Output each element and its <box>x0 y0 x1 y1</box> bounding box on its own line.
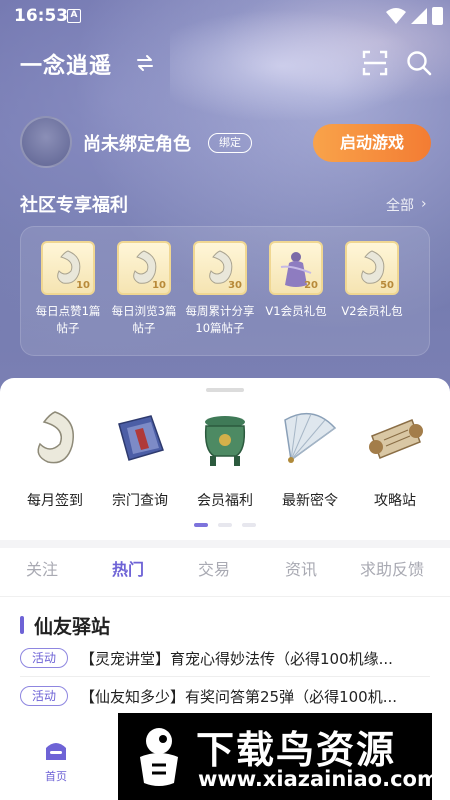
tool-label: 会员福利 <box>197 493 253 509</box>
status-bar: 16:53 A <box>0 0 450 32</box>
post-tag: 活动 <box>20 686 68 706</box>
book-icon <box>107 406 173 472</box>
tab-help-feedback[interactable]: 求助反馈 <box>360 556 424 580</box>
post-item[interactable]: 活动 【仙友知多少】有奖问答第25弹（必得100机... <box>20 686 430 708</box>
sim-indicator-icon: A <box>67 9 81 23</box>
watermark-title: 下载鸟资源 <box>196 728 397 772</box>
watermark-url: www.xiazainiao.com <box>198 767 439 791</box>
bind-button[interactable]: 绑定 <box>208 133 252 153</box>
character-name: 尚未绑定角色 <box>83 134 191 155</box>
perk-item[interactable]: 10 每日点赞1篇帖子 <box>31 241 105 337</box>
jade-hook-icon <box>22 406 88 472</box>
feed-tabs: 关注 热门 交易 资讯 求助反馈 <box>0 556 450 586</box>
jade-hook-icon: 50 <box>345 241 399 295</box>
avatar[interactable] <box>20 116 72 168</box>
perk-amount: 20 <box>304 280 318 291</box>
perks-panel: 10 每日点赞1篇帖子 10 每日浏览3篇帖子 30 每周累计分享10篇帖子 2… <box>20 226 430 356</box>
perk-item[interactable]: 50 V2会员礼包 <box>335 241 409 320</box>
watermark-overlay: 下载鸟资源 www.xiazainiao.com <box>118 713 439 800</box>
wifi-icon <box>386 8 406 24</box>
jade-hook-icon: 30 <box>193 241 247 295</box>
scan-icon[interactable] <box>362 50 388 76</box>
post-tag: 活动 <box>20 648 68 668</box>
tab-trade[interactable]: 交易 <box>198 556 230 580</box>
status-time: 16:53 <box>14 6 69 26</box>
tool-label: 最新密令 <box>282 493 338 509</box>
perks-section-title: 社区专享福利 <box>20 195 128 216</box>
perk-amount: 50 <box>380 280 394 291</box>
top-bar: 一念逍遥 <box>20 48 153 80</box>
cauldron-icon <box>192 406 258 472</box>
carousel-dot-active <box>194 523 208 527</box>
perk-label: 每周累计分享10篇帖子 <box>185 304 255 335</box>
tab-hot[interactable]: 热门 <box>112 556 144 580</box>
tool-label: 攻略站 <box>374 493 416 509</box>
fairy-figure-icon: 20 <box>269 241 323 295</box>
signal-icon <box>411 8 427 24</box>
perk-label: 每日浏览3篇帖子 <box>111 304 177 335</box>
jade-hook-icon: 10 <box>41 241 95 295</box>
perk-amount: 10 <box>76 280 90 291</box>
bird-logo-icon <box>140 728 178 786</box>
post-title[interactable]: 【灵宠讲堂】育宠心得妙法传（必得100机缘... <box>80 648 432 669</box>
tool-label: 宗门查询 <box>112 493 168 509</box>
tool-member-benefits[interactable]: 会员福利 <box>183 406 267 510</box>
perk-item[interactable]: 30 每周累计分享10篇帖子 <box>183 241 257 337</box>
nav-home[interactable]: 首页 <box>36 738 76 784</box>
home-icon <box>46 743 66 760</box>
tool-sect-query[interactable]: 宗门查询 <box>98 406 182 510</box>
carousel-dot <box>218 523 232 527</box>
perk-label: V2会员礼包 <box>341 304 403 318</box>
tool-latest-code[interactable]: 最新密令 <box>268 406 352 510</box>
chevron-right-icon[interactable]: › <box>421 196 427 212</box>
perk-label: 每日点赞1篇帖子 <box>35 304 101 335</box>
station-title: 仙友驿站 <box>34 616 111 638</box>
tab-news[interactable]: 资讯 <box>285 556 317 580</box>
see-all-link[interactable]: 全部 <box>386 195 414 215</box>
perk-amount: 30 <box>228 280 242 291</box>
tool-monthly-checkin[interactable]: 每月签到 <box>13 406 97 510</box>
nav-home-label: 首页 <box>45 770 67 783</box>
start-game-button[interactable]: 启动游戏 <box>313 124 431 162</box>
divider <box>0 596 450 597</box>
perk-label: V1会员礼包 <box>265 304 327 318</box>
switch-game-icon[interactable] <box>134 52 156 74</box>
search-icon[interactable] <box>406 50 432 76</box>
scroll-icon <box>362 406 428 472</box>
carousel-dot <box>242 523 256 527</box>
section-divider <box>0 540 450 548</box>
perk-amount: 10 <box>152 280 166 291</box>
tool-guide-site[interactable]: 攻略站 <box>353 406 437 510</box>
battery-icon <box>432 7 443 25</box>
tab-follow[interactable]: 关注 <box>26 556 58 580</box>
perk-item[interactable]: 10 每日浏览3篇帖子 <box>107 241 181 337</box>
section-accent <box>20 616 24 634</box>
sheet-handle[interactable] <box>206 388 244 392</box>
game-title: 一念逍遥 <box>20 54 113 79</box>
fan-icon <box>277 406 343 472</box>
tool-label: 每月签到 <box>27 493 83 509</box>
post-item[interactable]: 活动 【灵宠讲堂】育宠心得妙法传（必得100机缘... <box>20 648 430 670</box>
post-title[interactable]: 【仙友知多少】有奖问答第25弹（必得100机... <box>80 686 432 707</box>
jade-hook-icon: 10 <box>117 241 171 295</box>
perk-item[interactable]: 20 V1会员礼包 <box>259 241 333 320</box>
divider <box>20 676 430 677</box>
